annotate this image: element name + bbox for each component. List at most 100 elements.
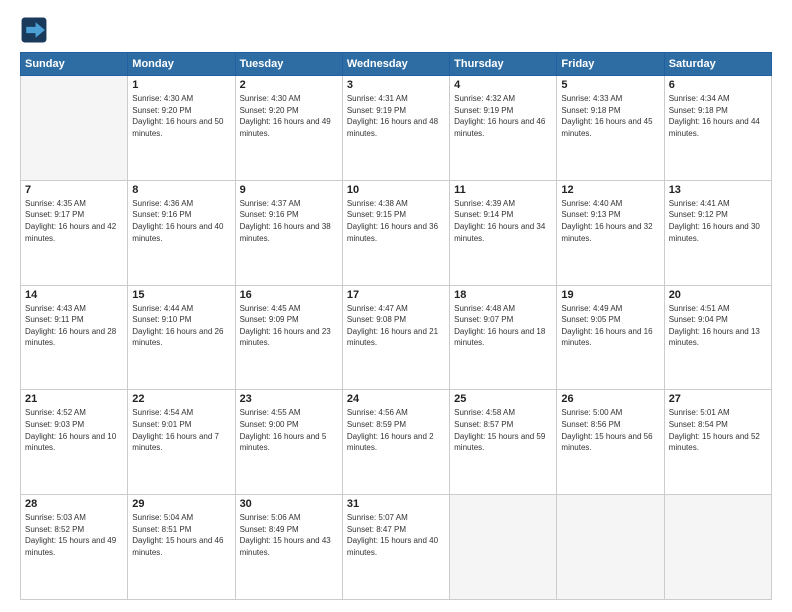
calendar-cell: 8Sunrise: 4:36 AMSunset: 9:16 PMDaylight… — [128, 180, 235, 285]
day-number: 19 — [561, 289, 659, 301]
day-info: Sunrise: 4:40 AMSunset: 9:13 PMDaylight:… — [561, 198, 659, 244]
calendar-cell: 21 Sunrise: 4:52 AMSunset: 9:03 PMDayligh… — [21, 390, 128, 495]
day-number: 11 — [454, 184, 552, 196]
day-number: 2 — [240, 79, 338, 91]
day-number: 28 — [25, 498, 123, 510]
calendar-cell: 7Sunrise: 4:35 AMSunset: 9:17 PMDaylight… — [21, 180, 128, 285]
day-info: Sunrise: 4:31 AMSunset: 9:19 PMDaylight:… — [347, 93, 445, 139]
day-info: Sunrise: 4:49 AMSunset: 9:05 PMDaylight:… — [561, 303, 659, 349]
day-number: 21 — [25, 393, 123, 405]
day-info: Sunrise: 4:34 AMSunset: 9:18 PMDaylight:… — [669, 93, 767, 139]
calendar-cell — [450, 495, 557, 600]
calendar-cell: 2 Sunrise: 4:30 AMSunset: 9:20 PMDaylight… — [235, 76, 342, 181]
calendar-cell — [21, 76, 128, 181]
calendar-cell: 19 Sunrise: 4:49 AMSunset: 9:05 PMDayligh… — [557, 285, 664, 390]
day-number: 14 — [25, 289, 123, 301]
week-row-1: 1Sunrise: 4:30 AMSunset: 9:20 PMDaylight… — [21, 76, 772, 181]
day-info: Sunrise: 4:32 AMSunset: 9:19 PMDaylight:… — [454, 93, 552, 139]
weekday-header-monday: Monday — [128, 53, 235, 76]
day-info: Sunrise: 5:03 AMSunset: 8:52 PMDaylight:… — [25, 512, 123, 558]
calendar-cell: 20 Sunrise: 4:51 AMSunset: 9:04 PMDayligh… — [664, 285, 771, 390]
day-number: 12 — [561, 184, 659, 196]
week-row-4: 21 Sunrise: 4:52 AMSunset: 9:03 PMDayligh… — [21, 390, 772, 495]
weekday-header-friday: Friday — [557, 53, 664, 76]
day-info: Sunrise: 4:51 AMSunset: 9:04 PMDaylight:… — [669, 303, 767, 349]
day-info: Sunrise: 4:48 AMSunset: 9:07 PMDaylight:… — [454, 303, 552, 349]
week-row-3: 14 Sunrise: 4:43 AMSunset: 9:11 PMDayligh… — [21, 285, 772, 390]
calendar-cell: 30Sunrise: 5:06 AMSunset: 8:49 PMDayligh… — [235, 495, 342, 600]
weekday-header-row: SundayMondayTuesdayWednesdayThursdayFrid… — [21, 53, 772, 76]
weekday-header-saturday: Saturday — [664, 53, 771, 76]
calendar-cell: 18 Sunrise: 4:48 AMSunset: 9:07 PMDayligh… — [450, 285, 557, 390]
day-info: Sunrise: 4:39 AMSunset: 9:14 PMDaylight:… — [454, 198, 552, 244]
calendar-cell: 26 Sunrise: 5:00 AMSunset: 8:56 PMDayligh… — [557, 390, 664, 495]
calendar-cell: 3 Sunrise: 4:31 AMSunset: 9:19 PMDaylight… — [342, 76, 449, 181]
calendar-cell: 6 Sunrise: 4:34 AMSunset: 9:18 PMDaylight… — [664, 76, 771, 181]
day-info: Sunrise: 4:47 AMSunset: 9:08 PMDaylight:… — [347, 303, 445, 349]
day-number: 30 — [240, 498, 338, 510]
day-number: 27 — [669, 393, 767, 405]
calendar-cell: 17 Sunrise: 4:47 AMSunset: 9:08 PMDayligh… — [342, 285, 449, 390]
calendar-cell: 10 Sunrise: 4:38 AMSunset: 9:15 PMDayligh… — [342, 180, 449, 285]
weekday-header-tuesday: Tuesday — [235, 53, 342, 76]
day-number: 25 — [454, 393, 552, 405]
day-info: Sunrise: 4:45 AMSunset: 9:09 PMDaylight:… — [240, 303, 338, 349]
calendar-cell: 1Sunrise: 4:30 AMSunset: 9:20 PMDaylight… — [128, 76, 235, 181]
day-number: 10 — [347, 184, 445, 196]
week-row-2: 7Sunrise: 4:35 AMSunset: 9:17 PMDaylight… — [21, 180, 772, 285]
day-info: Sunrise: 4:52 AMSunset: 9:03 PMDaylight:… — [25, 407, 123, 453]
day-number: 5 — [561, 79, 659, 91]
page: SundayMondayTuesdayWednesdayThursdayFrid… — [0, 0, 792, 612]
calendar-cell: 11 Sunrise: 4:39 AMSunset: 9:14 PMDayligh… — [450, 180, 557, 285]
day-info: Sunrise: 5:00 AMSunset: 8:56 PMDaylight:… — [561, 407, 659, 453]
calendar-cell: 4Sunrise: 4:32 AMSunset: 9:19 PMDaylight… — [450, 76, 557, 181]
day-number: 9 — [240, 184, 338, 196]
calendar-cell: 25 Sunrise: 4:58 AMSunset: 8:57 PMDayligh… — [450, 390, 557, 495]
calendar-cell: 23 Sunrise: 4:55 AMSunset: 9:00 PMDayligh… — [235, 390, 342, 495]
day-number: 13 — [669, 184, 767, 196]
day-number: 15 — [132, 289, 230, 301]
day-info: Sunrise: 4:30 AMSunset: 9:20 PMDaylight:… — [240, 93, 338, 139]
day-number: 22 — [132, 393, 230, 405]
day-number: 3 — [347, 79, 445, 91]
calendar-cell — [664, 495, 771, 600]
day-info: Sunrise: 4:35 AMSunset: 9:17 PMDaylight:… — [25, 198, 123, 244]
day-number: 6 — [669, 79, 767, 91]
calendar-cell: 9 Sunrise: 4:37 AMSunset: 9:16 PMDaylight… — [235, 180, 342, 285]
week-row-5: 28 Sunrise: 5:03 AMSunset: 8:52 PMDayligh… — [21, 495, 772, 600]
calendar-cell: 28 Sunrise: 5:03 AMSunset: 8:52 PMDayligh… — [21, 495, 128, 600]
calendar-cell: 31Sunrise: 5:07 AMSunset: 8:47 PMDayligh… — [342, 495, 449, 600]
day-info: Sunrise: 5:07 AMSunset: 8:47 PMDaylight:… — [347, 512, 445, 558]
day-info: Sunrise: 4:38 AMSunset: 9:15 PMDaylight:… — [347, 198, 445, 244]
calendar-cell: 12 Sunrise: 4:40 AMSunset: 9:13 PMDayligh… — [557, 180, 664, 285]
calendar-table: SundayMondayTuesdayWednesdayThursdayFrid… — [20, 52, 772, 600]
day-info: Sunrise: 4:44 AMSunset: 9:10 PMDaylight:… — [132, 303, 230, 349]
day-number: 24 — [347, 393, 445, 405]
day-info: Sunrise: 4:41 AMSunset: 9:12 PMDaylight:… — [669, 198, 767, 244]
calendar-cell: 13 Sunrise: 4:41 AMSunset: 9:12 PMDayligh… — [664, 180, 771, 285]
day-number: 17 — [347, 289, 445, 301]
day-info: Sunrise: 4:55 AMSunset: 9:00 PMDaylight:… — [240, 407, 338, 453]
calendar-cell: 24Sunrise: 4:56 AMSunset: 8:59 PMDayligh… — [342, 390, 449, 495]
weekday-header-thursday: Thursday — [450, 53, 557, 76]
day-info: Sunrise: 4:33 AMSunset: 9:18 PMDaylight:… — [561, 93, 659, 139]
day-number: 23 — [240, 393, 338, 405]
day-number: 26 — [561, 393, 659, 405]
logo-icon — [20, 16, 48, 44]
day-number: 20 — [669, 289, 767, 301]
day-number: 18 — [454, 289, 552, 301]
day-info: Sunrise: 4:43 AMSunset: 9:11 PMDaylight:… — [25, 303, 123, 349]
weekday-header-wednesday: Wednesday — [342, 53, 449, 76]
day-info: Sunrise: 4:37 AMSunset: 9:16 PMDaylight:… — [240, 198, 338, 244]
day-number: 16 — [240, 289, 338, 301]
day-info: Sunrise: 4:58 AMSunset: 8:57 PMDaylight:… — [454, 407, 552, 453]
calendar-cell: 5 Sunrise: 4:33 AMSunset: 9:18 PMDaylight… — [557, 76, 664, 181]
day-info: Sunrise: 4:54 AMSunset: 9:01 PMDaylight:… — [132, 407, 230, 453]
calendar-cell: 15 Sunrise: 4:44 AMSunset: 9:10 PMDayligh… — [128, 285, 235, 390]
calendar-cell: 29Sunrise: 5:04 AMSunset: 8:51 PMDayligh… — [128, 495, 235, 600]
calendar-cell — [557, 495, 664, 600]
calendar-cell: 22 Sunrise: 4:54 AMSunset: 9:01 PMDayligh… — [128, 390, 235, 495]
day-number: 29 — [132, 498, 230, 510]
day-info: Sunrise: 4:36 AMSunset: 9:16 PMDaylight:… — [132, 198, 230, 244]
weekday-header-sunday: Sunday — [21, 53, 128, 76]
